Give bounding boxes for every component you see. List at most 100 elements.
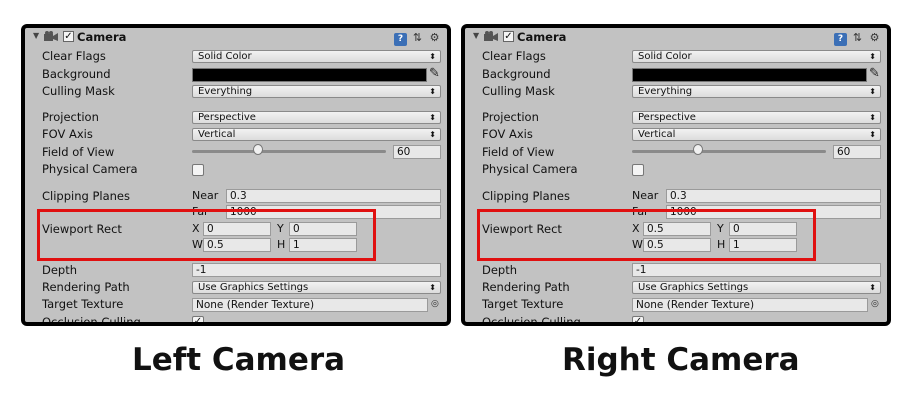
help-book-icon[interactable]: ?	[394, 33, 407, 46]
occlusion-culling-label: Occlusion Culling	[482, 315, 581, 322]
fov-slider-track[interactable]	[192, 150, 386, 153]
gear-icon[interactable]: ⚙	[428, 31, 441, 44]
circle-target-icon[interactable]: ◎	[431, 299, 439, 309]
rendering-path-dropdown[interactable]: Use Graphics Settings ⬍	[192, 281, 441, 294]
background-label: Background	[42, 67, 111, 81]
projection-dropdown[interactable]: Perspective ⬍	[632, 111, 881, 124]
near-label: Near	[632, 189, 659, 202]
clear-flags-value: Solid Color	[638, 51, 692, 62]
occlusion-culling-checkbox[interactable]: ✓	[632, 316, 644, 322]
dropdown-arrow-icon: ⬍	[429, 130, 436, 139]
physical-camera-checkbox[interactable]	[192, 164, 204, 176]
eyedropper-icon[interactable]: ✎	[869, 66, 880, 81]
physical-camera-checkbox[interactable]	[632, 164, 644, 176]
target-texture-label: Target Texture	[482, 297, 564, 311]
culling-mask-value: Everything	[198, 86, 253, 97]
fov-axis-dropdown[interactable]: Vertical ⬍	[192, 128, 441, 141]
dropdown-arrow-icon: ⬍	[429, 87, 436, 96]
clear-flags-label: Clear Flags	[482, 49, 546, 63]
camera-inspector: ▼ ✓ Camera ? ⇅ ⚙ Clear Flags Solid Color ⬍ …	[25, 28, 447, 322]
help-book-icon[interactable]: ?	[834, 33, 847, 46]
dropdown-arrow-icon: ⬍	[429, 52, 436, 61]
fov-axis-value: Vertical	[198, 129, 236, 140]
fov-value-field[interactable]: 60	[393, 145, 441, 159]
component-header: ▼ ✓ Camera ? ⇅ ⚙	[25, 28, 447, 46]
target-texture-field[interactable]: None (Render Texture)	[192, 298, 428, 312]
depth-label: Depth	[42, 263, 78, 277]
dropdown-arrow-icon: ⬍	[429, 113, 436, 122]
fold-triangle-icon[interactable]: ▼	[33, 31, 39, 40]
camera-icon	[44, 31, 58, 41]
fov-axis-value: Vertical	[638, 129, 676, 140]
physical-camera-label: Physical Camera	[482, 162, 578, 176]
culling-mask-dropdown[interactable]: Everything ⬍	[632, 85, 881, 98]
component-enabled-checkbox[interactable]: ✓	[503, 31, 514, 42]
field-of-view-label: Field of View	[42, 145, 115, 159]
fov-axis-dropdown[interactable]: Vertical ⬍	[632, 128, 881, 141]
eyedropper-icon[interactable]: ✎	[429, 66, 440, 81]
fov-value-field[interactable]: 60	[833, 145, 881, 159]
rendering-path-dropdown[interactable]: Use Graphics Settings ⬍	[632, 281, 881, 294]
camera-icon	[484, 31, 498, 41]
depth-label: Depth	[482, 263, 518, 277]
sliders-icon[interactable]: ⇅	[411, 31, 424, 44]
component-title: Camera	[517, 30, 567, 44]
culling-mask-value: Everything	[638, 86, 693, 97]
depth-field[interactable]: -1	[192, 263, 441, 277]
rendering-path-label: Rendering Path	[42, 280, 130, 294]
clear-flags-dropdown[interactable]: Solid Color ⬍	[192, 50, 441, 63]
viewport-rect-highlight	[37, 209, 376, 261]
occlusion-culling-checkbox[interactable]: ✓	[192, 316, 204, 322]
sliders-icon[interactable]: ⇅	[851, 31, 864, 44]
dropdown-arrow-icon: ⬍	[429, 283, 436, 292]
near-label: Near	[192, 189, 219, 202]
left-inspector-frame: ▼ ✓ Camera ? ⇅ ⚙ Clear Flags Solid Color ⬍ …	[21, 24, 451, 326]
component-header: ▼ ✓ Camera ? ⇅ ⚙	[465, 28, 887, 46]
circle-target-icon[interactable]: ◎	[871, 299, 879, 309]
gear-icon[interactable]: ⚙	[868, 31, 881, 44]
clear-flags-label: Clear Flags	[42, 49, 106, 63]
component-enabled-checkbox[interactable]: ✓	[63, 31, 74, 42]
fov-axis-label: FOV Axis	[482, 127, 533, 141]
projection-label: Projection	[482, 110, 539, 124]
clipping-planes-label: Clipping Planes	[42, 189, 130, 203]
rendering-path-value: Use Graphics Settings	[638, 282, 749, 293]
target-texture-label: Target Texture	[42, 297, 124, 311]
culling-mask-label: Culling Mask	[482, 84, 555, 98]
projection-label: Projection	[42, 110, 99, 124]
field-of-view-label: Field of View	[482, 145, 555, 159]
dropdown-arrow-icon: ⬍	[869, 87, 876, 96]
projection-value: Perspective	[198, 112, 256, 123]
culling-mask-dropdown[interactable]: Everything ⬍	[192, 85, 441, 98]
target-texture-field[interactable]: None (Render Texture)	[632, 298, 868, 312]
fov-slider-thumb[interactable]	[253, 144, 263, 155]
fov-slider-track[interactable]	[632, 150, 826, 153]
background-label: Background	[482, 67, 551, 81]
fov-axis-label: FOV Axis	[42, 127, 93, 141]
right-inspector-frame: ▼ ✓ Camera ? ⇅ ⚙ Clear Flags Solid Color ⬍ …	[461, 24, 891, 326]
near-field[interactable]: 0.3	[666, 189, 881, 203]
physical-camera-label: Physical Camera	[42, 162, 138, 176]
rendering-path-value: Use Graphics Settings	[198, 282, 309, 293]
occlusion-culling-label: Occlusion Culling	[42, 315, 141, 322]
background-color-field[interactable]	[632, 68, 867, 82]
dropdown-arrow-icon: ⬍	[869, 130, 876, 139]
clear-flags-value: Solid Color	[198, 51, 252, 62]
dropdown-arrow-icon: ⬍	[869, 52, 876, 61]
dropdown-arrow-icon: ⬍	[869, 283, 876, 292]
projection-value: Perspective	[638, 112, 696, 123]
dropdown-arrow-icon: ⬍	[869, 113, 876, 122]
clear-flags-dropdown[interactable]: Solid Color ⬍	[632, 50, 881, 63]
near-field[interactable]: 0.3	[226, 189, 441, 203]
component-title: Camera	[77, 30, 127, 44]
rendering-path-label: Rendering Path	[482, 280, 570, 294]
depth-field[interactable]: -1	[632, 263, 881, 277]
viewport-rect-highlight	[477, 209, 816, 261]
fov-slider-thumb[interactable]	[693, 144, 703, 155]
clipping-planes-label: Clipping Planes	[482, 189, 570, 203]
culling-mask-label: Culling Mask	[42, 84, 115, 98]
right-camera-caption: Right Camera	[562, 342, 800, 378]
background-color-field[interactable]	[192, 68, 427, 82]
projection-dropdown[interactable]: Perspective ⬍	[192, 111, 441, 124]
fold-triangle-icon[interactable]: ▼	[473, 31, 479, 40]
